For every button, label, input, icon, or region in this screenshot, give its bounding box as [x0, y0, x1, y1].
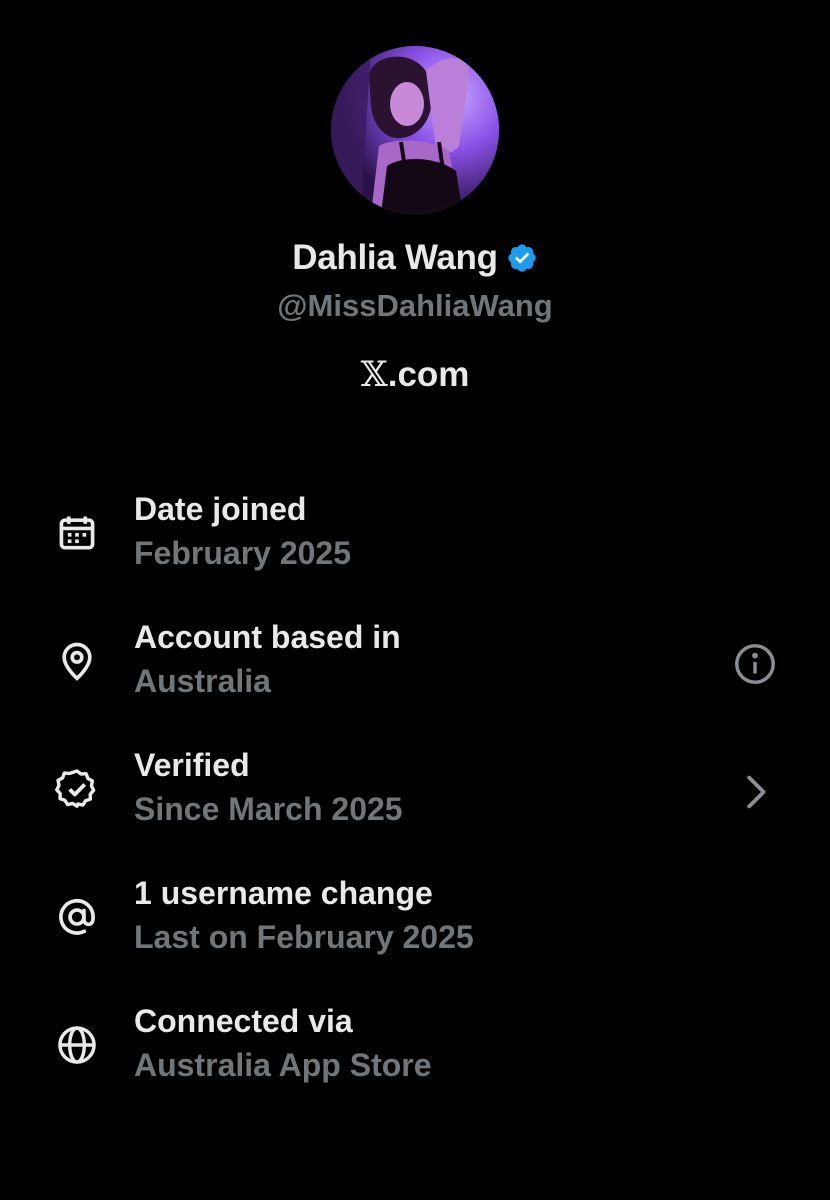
x-logo: 𝕏 [360, 355, 388, 395]
verified-badge-icon[interactable] [506, 242, 538, 274]
info-row-date-joined: Date joined February 2025 [0, 485, 830, 613]
info-subtitle: Since March 2025 [134, 791, 403, 827]
globe-icon [55, 1023, 99, 1067]
location-pin-icon [55, 639, 99, 683]
verified-badge-icon [55, 767, 99, 811]
avatar-photo [331, 46, 499, 214]
avatar[interactable] [331, 46, 499, 214]
info-subtitle: Australia [134, 663, 271, 699]
site-label: 𝕏.com [0, 355, 830, 395]
info-subtitle: Australia App Store [134, 1047, 432, 1083]
chevron-right-icon[interactable] [732, 769, 778, 815]
info-title: 1 username change [134, 875, 433, 911]
profile-header: Dahlia Wang @MissDahliaWang 𝕏.com [0, 0, 830, 430]
info-text: Date joined February 2025 [134, 487, 351, 575]
site-domain: .com [387, 355, 470, 394]
info-text: Connected via Australia App Store [134, 999, 432, 1087]
info-text: Account based in Australia [134, 615, 401, 703]
calendar-icon [55, 511, 99, 555]
name-row: Dahlia Wang [0, 238, 830, 278]
info-row-username-change: 1 username change Last on February 2025 [0, 869, 830, 997]
at-sign-icon [55, 895, 99, 939]
info-row-account-based-in: Account based in Australia [0, 613, 830, 741]
username-handle: @MissDahliaWang [277, 288, 553, 323]
info-text: Verified Since March 2025 [134, 743, 403, 831]
info-title: Date joined [134, 491, 307, 527]
info-title: Connected via [134, 1003, 353, 1039]
info-row-connected-via: Connected via Australia App Store [0, 997, 830, 1125]
info-subtitle: February 2025 [134, 535, 352, 571]
info-text: 1 username change Last on February 2025 [134, 871, 474, 959]
about-account-list: Date joined February 2025 Account based … [0, 485, 830, 1125]
info-title: Account based in [134, 619, 401, 655]
info-subtitle: Last on February 2025 [134, 919, 474, 955]
info-row-verified[interactable]: Verified Since March 2025 [0, 741, 830, 869]
info-icon[interactable] [732, 641, 778, 687]
info-title: Verified [134, 747, 250, 783]
display-name: Dahlia Wang [292, 238, 498, 277]
